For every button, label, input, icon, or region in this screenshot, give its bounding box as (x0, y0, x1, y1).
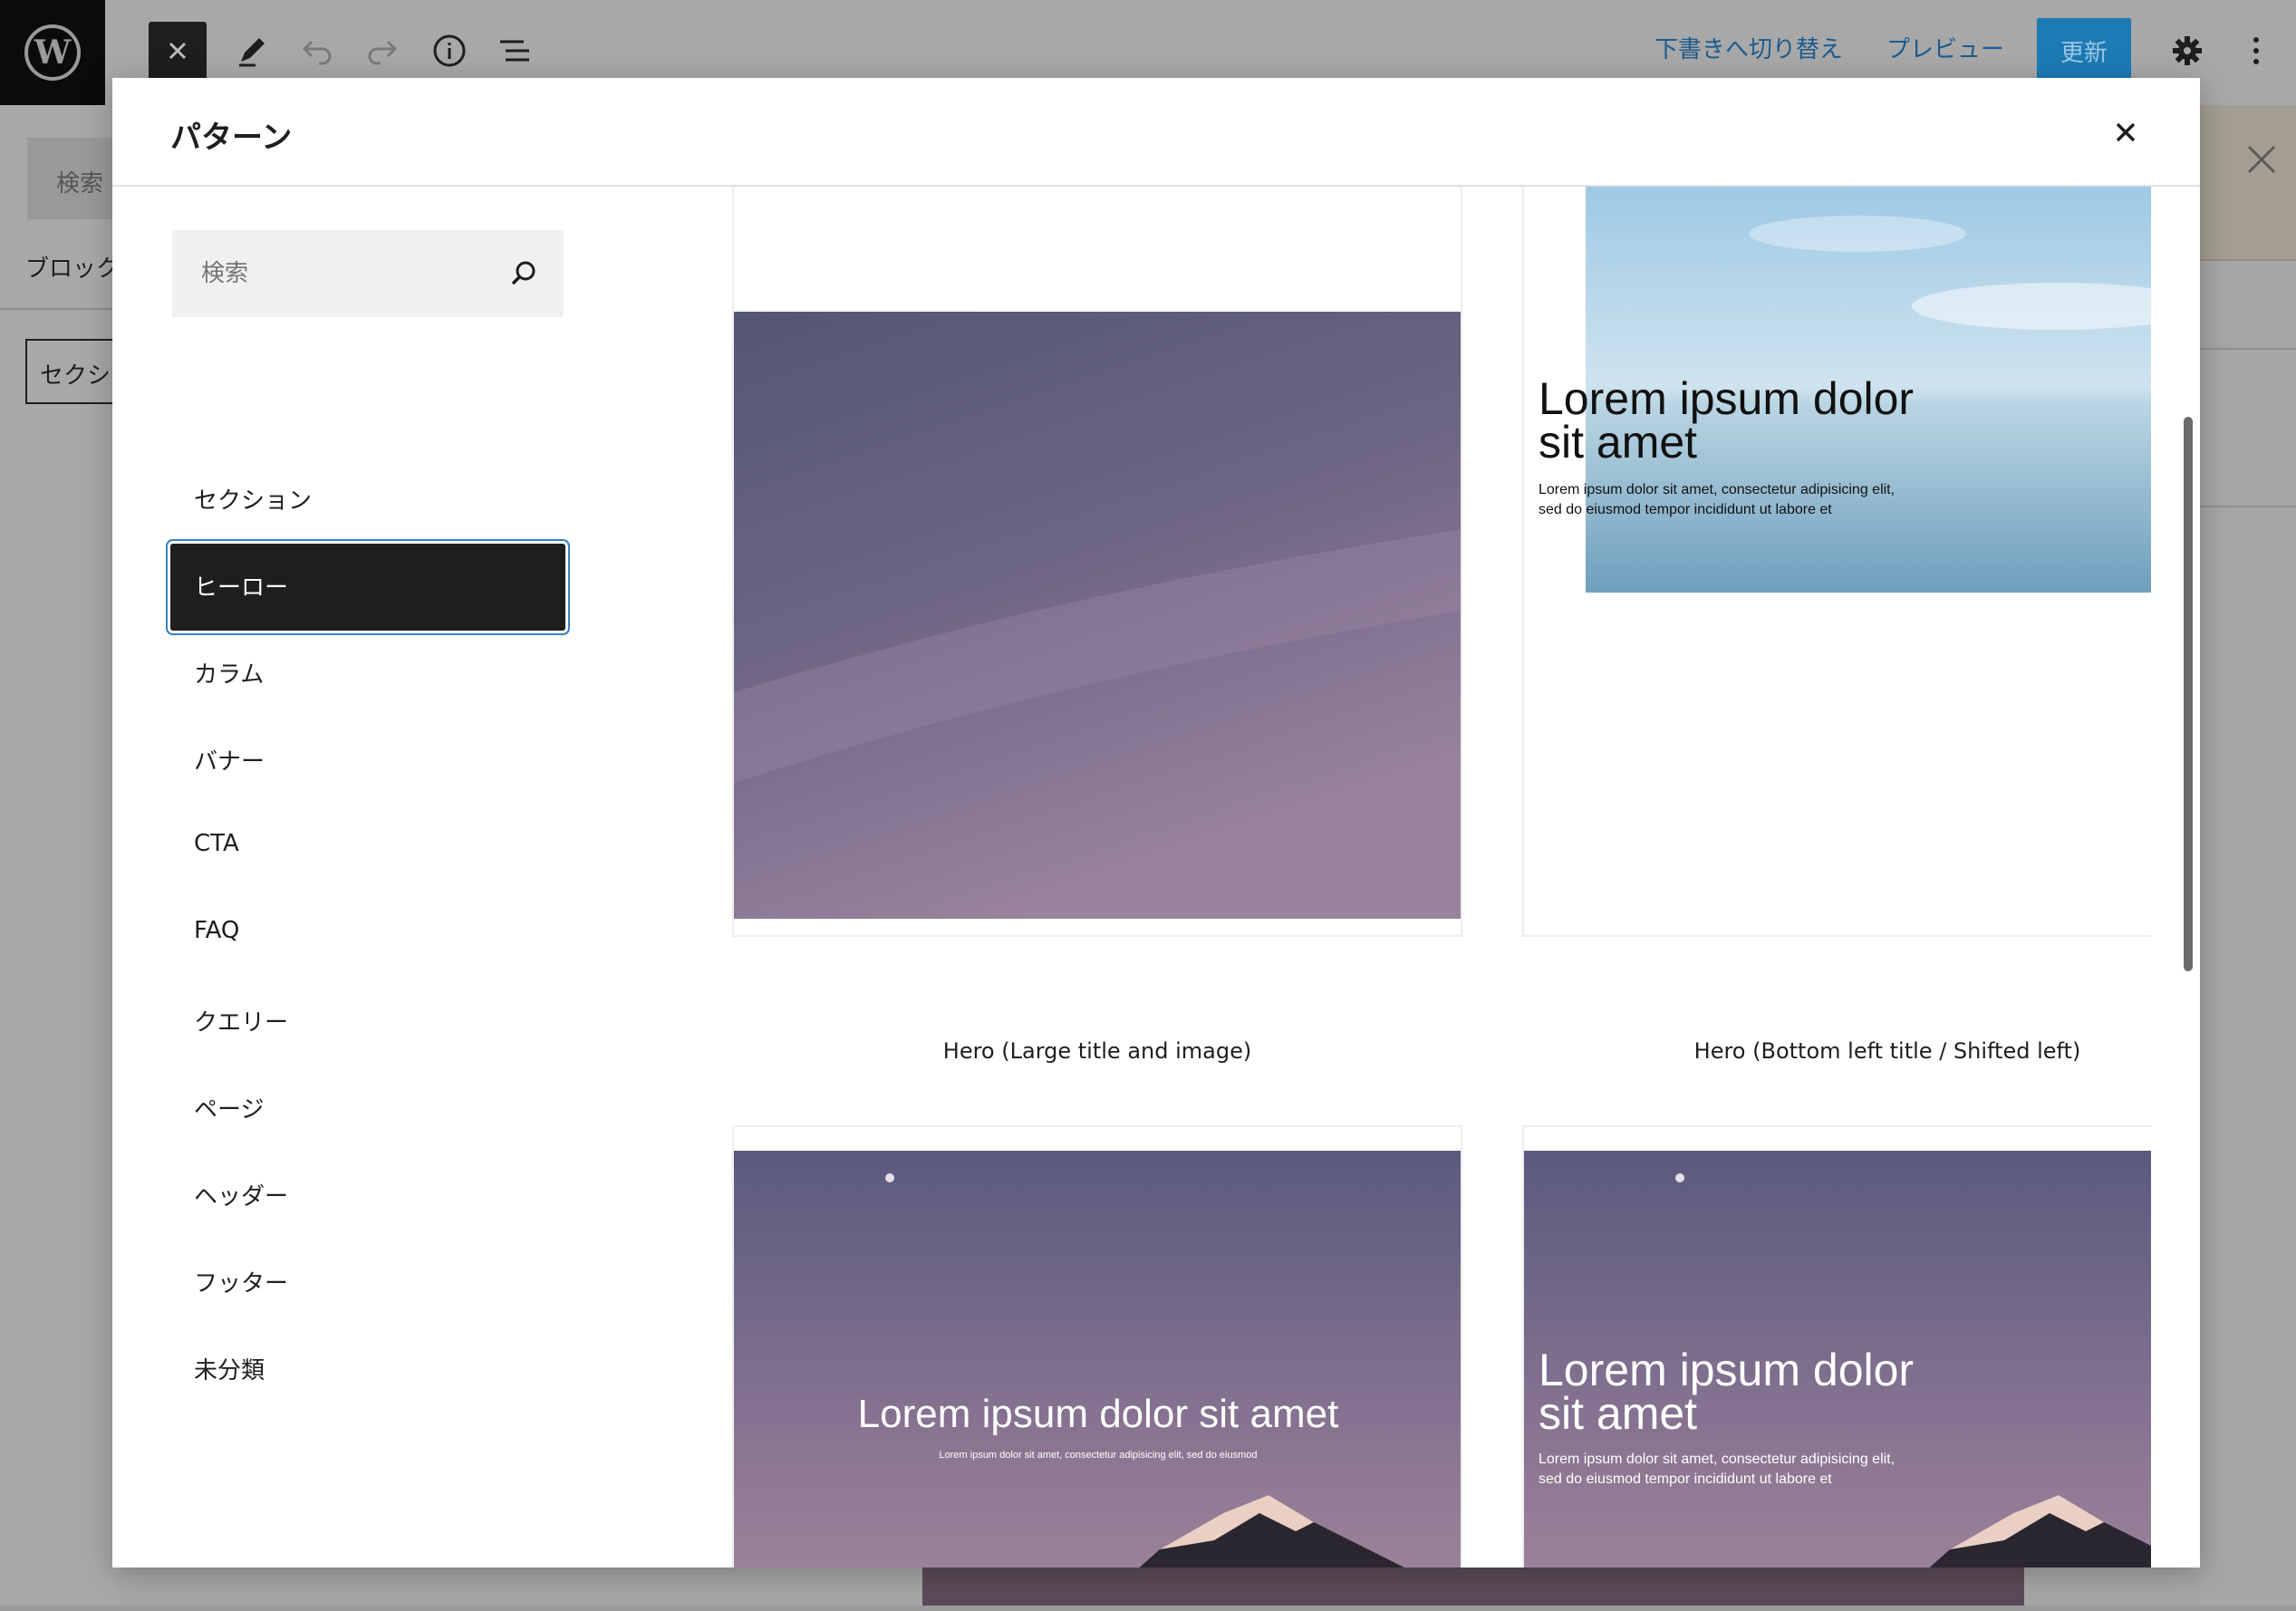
category-item-hero[interactable]: ヒーロー (170, 544, 565, 631)
category-item-uncategorized[interactable]: 未分類 (170, 1326, 565, 1413)
pattern-label: Hero (Large title and image) (942, 1038, 1252, 1064)
modal-scrollbar[interactable] (2184, 417, 2193, 971)
info-icon (433, 34, 466, 67)
pattern-preview-title: Lorem ipsum dolor sit amet (1539, 1345, 1915, 1439)
pattern-preview-body: Lorem ipsum dolor sit amet, consectetur … (1539, 482, 1896, 517)
close-icon (2247, 145, 2276, 174)
close-inserter-button[interactable] (149, 22, 207, 80)
category-item-query[interactable]: クエリー (170, 979, 565, 1066)
list-view-icon (500, 40, 529, 62)
background-notice-panel (2200, 105, 2296, 259)
pattern-label: Hero (Bottom left title / Shifted left) (1693, 1038, 2081, 1064)
details-button[interactable] (424, 25, 475, 76)
update-button[interactable]: 更新 (2037, 18, 2131, 83)
pattern-card-hero-left-title[interactable]: Lorem ipsum dolor sit amet Lorem ipsum d… (1522, 1125, 2151, 1568)
pattern-card-hero-centered-title[interactable]: Lorem ipsum dolor sit amet Lorem ipsum d… (732, 1125, 1462, 1568)
pattern-preview-image (734, 1151, 1461, 1568)
pattern-preview-title: Lorem ipsum dolor sit amet (857, 1392, 1339, 1436)
category-item-cta[interactable]: CTA (170, 805, 565, 892)
pencil-icon (239, 38, 265, 67)
modal-header: パターン (112, 78, 2200, 187)
wordpress-logo[interactable]: W (0, 0, 105, 105)
background-block-tab: ブロック (25, 256, 121, 283)
undo-icon (302, 40, 332, 65)
background-inserter-panel (0, 105, 118, 1611)
undo-button[interactable] (292, 25, 342, 76)
tools-button[interactable] (227, 25, 277, 76)
list-view-button[interactable] (489, 25, 540, 76)
category-item-banner[interactable]: バナー (170, 718, 565, 805)
pattern-search (172, 230, 564, 317)
category-item-columns[interactable]: カラム (170, 631, 565, 718)
search-input[interactable] (172, 230, 498, 317)
pattern-preview-body: Lorem ipsum dolor sit amet, consectetur … (939, 1450, 1258, 1461)
redo-button[interactable] (357, 25, 408, 76)
close-icon (169, 42, 187, 60)
background-divider (0, 308, 118, 310)
pattern-card-hero-bottom-left[interactable]: Lorem ipsum dolor sit amet Lorem ipsum d… (1522, 187, 2151, 937)
category-item-footer[interactable]: フッター (170, 1240, 565, 1326)
pattern-preview-body: Lorem ipsum dolor sit amet, consectetur … (1539, 1452, 1896, 1487)
switch-to-draft-button[interactable]: 下書きへ切り替え (1654, 31, 1843, 64)
pattern-preview-image (734, 312, 1461, 919)
redo-icon (368, 40, 398, 65)
close-icon (2116, 122, 2136, 142)
more-vertical-icon (2253, 37, 2259, 64)
background-section-select: セクシ (25, 339, 125, 404)
gear-icon (2173, 36, 2202, 65)
pattern-preview-title: Lorem ipsum dolor sit amet (1539, 373, 1915, 468)
background-panel-divider (2200, 259, 2296, 350)
patterns-modal: パターン セクション ヒーロー カラム バナー CTA FAQ クエリー ページ… (112, 78, 2200, 1568)
pattern-grid: Hero (Large title and image) Lorem ipsum… (620, 187, 2151, 1568)
preview-button[interactable]: プレビュー (1886, 31, 2004, 64)
options-button[interactable] (2238, 25, 2274, 76)
modal-close-button[interactable] (2104, 111, 2147, 154)
background-bottom-border (0, 1606, 2296, 1611)
search-icon[interactable] (507, 257, 540, 290)
modal-title: パターン (170, 120, 293, 156)
background-panel-divider (2200, 506, 2296, 507)
category-item-faq[interactable]: FAQ (170, 892, 565, 979)
svg-text:W: W (34, 34, 72, 72)
background-preview-strip (922, 1568, 2024, 1611)
category-item-section[interactable]: セクション (170, 457, 565, 544)
wordpress-icon: W (24, 24, 81, 81)
category-list: セクション ヒーロー カラム バナー CTA FAQ クエリー ページ ヘッダー… (170, 457, 565, 1413)
settings-button[interactable] (2162, 25, 2213, 76)
category-item-page[interactable]: ページ (170, 1066, 565, 1153)
category-item-header[interactable]: ヘッダー (170, 1153, 565, 1240)
pattern-card-hero-large-title[interactable] (732, 187, 1462, 937)
